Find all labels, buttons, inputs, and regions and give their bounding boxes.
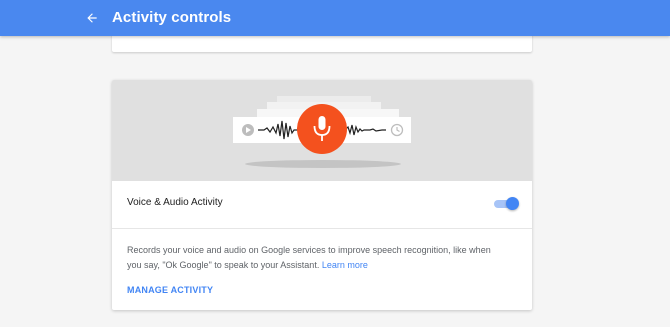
- play-icon: [242, 124, 254, 136]
- toggle-thumb: [506, 197, 519, 210]
- manage-activity-button[interactable]: MANAGE ACTIVITY: [127, 285, 213, 295]
- illustration-shadow: [245, 160, 401, 168]
- microphone-button: [297, 104, 347, 154]
- voice-activity-toggle[interactable]: [494, 197, 519, 211]
- divider: [112, 228, 532, 229]
- back-button[interactable]: [80, 6, 104, 30]
- setting-title: Voice & Audio Activity: [127, 197, 223, 208]
- arrow-back-icon: [87, 13, 97, 23]
- voice-audio-card: Voice & Audio Activity Records your voic…: [112, 80, 532, 310]
- app-bar: Activity controls: [0, 0, 670, 36]
- description-text: Records your voice and audio on Google s…: [127, 245, 491, 270]
- page-title: Activity controls: [112, 9, 232, 26]
- learn-more-link[interactable]: Learn more: [322, 260, 368, 270]
- hero-illustration: [112, 80, 532, 181]
- setting-description: Records your voice and audio on Google s…: [127, 243, 507, 273]
